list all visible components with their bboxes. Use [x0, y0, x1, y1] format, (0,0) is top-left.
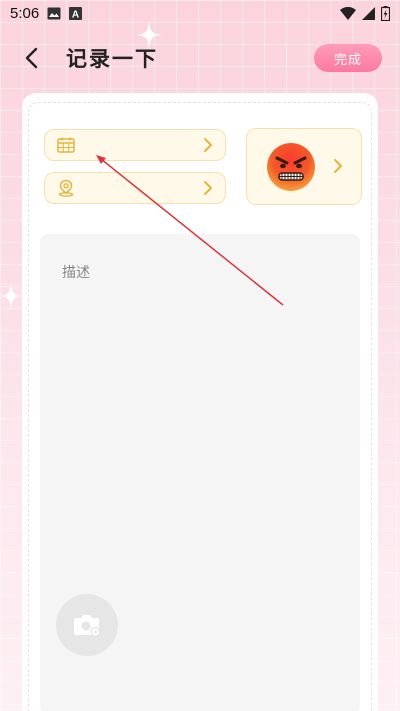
mood-selector[interactable] [246, 128, 362, 205]
signal-icon [362, 6, 375, 20]
chevron-right-icon [334, 159, 342, 173]
description-input[interactable]: 描述 [40, 234, 360, 711]
camera-icon [74, 615, 101, 637]
location-selector[interactable] [44, 172, 226, 204]
chevron-right-icon [204, 181, 212, 195]
chevron-right-icon [204, 138, 212, 152]
a-badge-icon: A [69, 6, 83, 20]
angry-face-icon [267, 143, 315, 191]
date-selector[interactable] [44, 129, 226, 161]
calendar-icon [57, 137, 75, 153]
back-button[interactable] [18, 44, 46, 72]
header: 记录一下 完成 [0, 36, 400, 80]
chevron-left-icon [25, 47, 38, 69]
status-time: 5:06 [10, 4, 40, 22]
add-photo-button[interactable] [56, 594, 118, 656]
image-icon [47, 7, 61, 19]
sparkle-decoration-icon [0, 282, 22, 310]
wifi-icon [340, 6, 356, 20]
location-pin-icon [58, 179, 74, 197]
svg-text:A: A [72, 9, 79, 20]
battery-charging-icon [381, 5, 390, 21]
done-button[interactable]: 完成 [314, 44, 382, 72]
description-placeholder: 描述 [62, 265, 90, 281]
status-bar: 5:06 A [0, 0, 400, 26]
page-title: 记录一下 [66, 47, 158, 71]
